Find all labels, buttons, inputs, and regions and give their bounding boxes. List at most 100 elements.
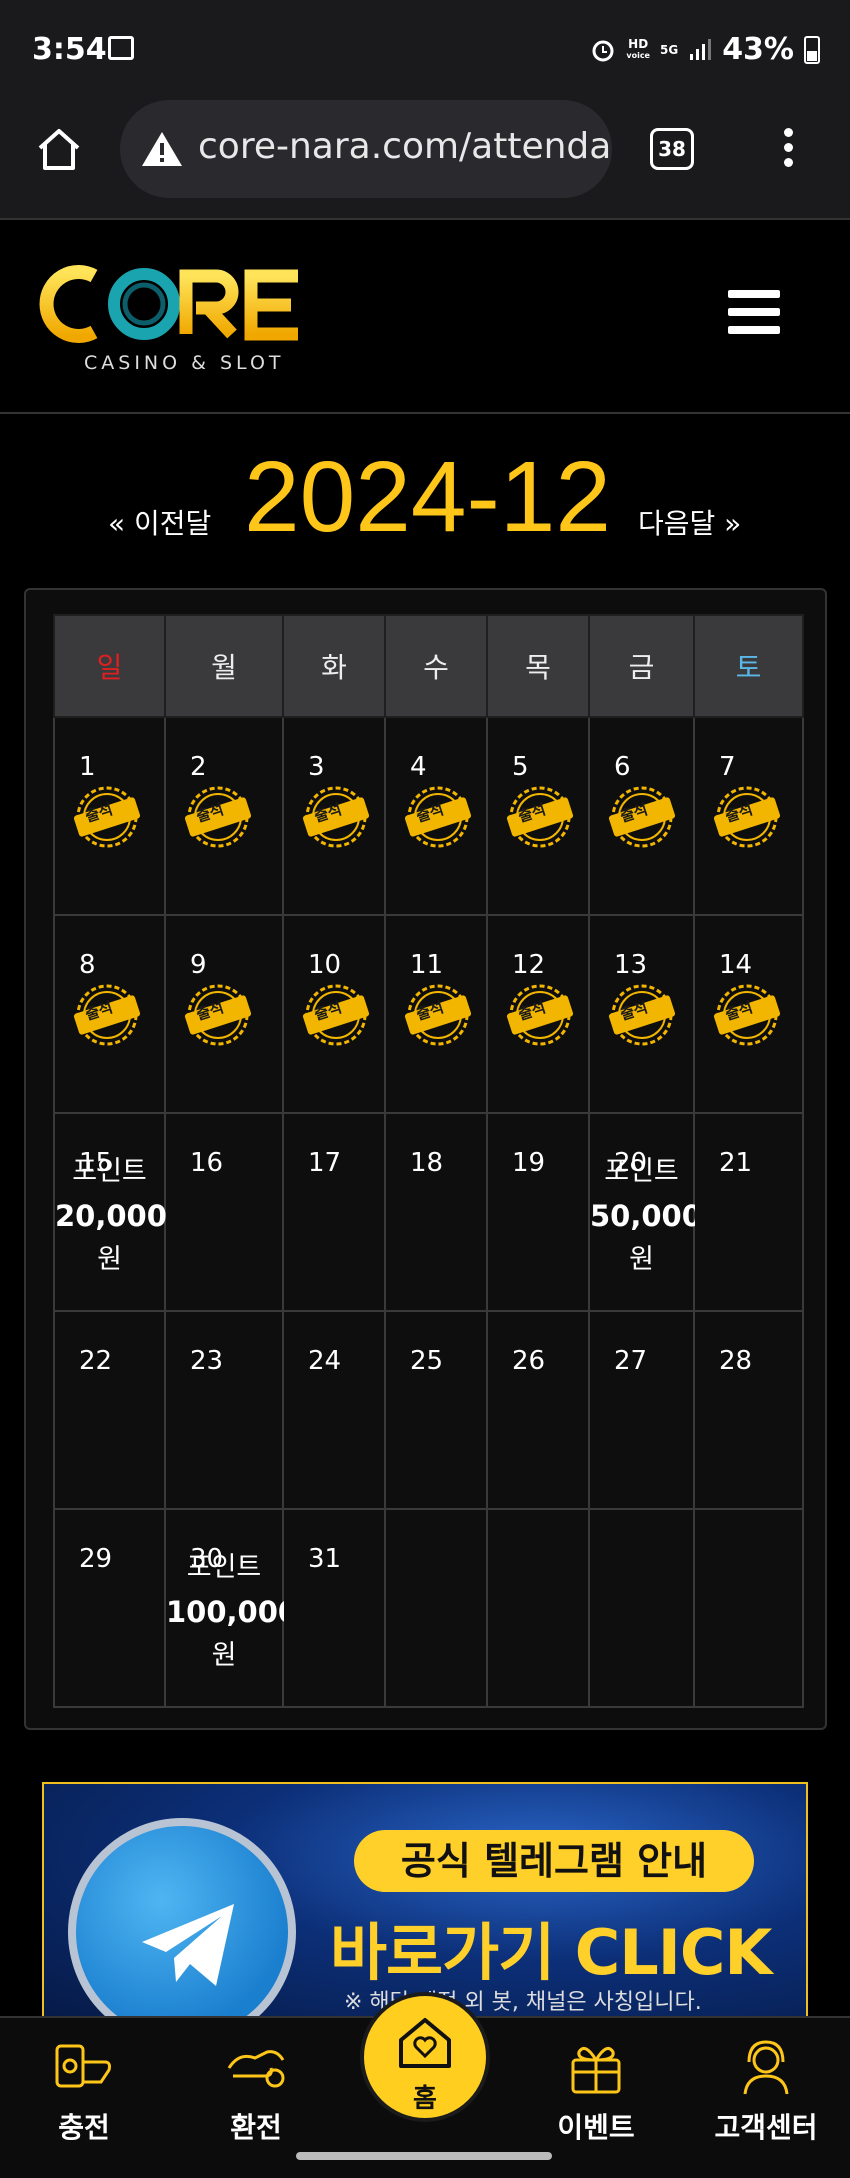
calendar-day-cell[interactable]: 22 [53,1310,166,1510]
prev-month-link[interactable]: « 이전달 [108,502,211,542]
nav-home[interactable]: 홈 [360,1992,490,2122]
reward-label: 포인트 [604,1156,679,1187]
url-text[interactable]: core-nara.com/attenda [198,126,611,167]
nav-event[interactable]: 이벤트 [536,2038,656,2146]
day-number: 18 [410,1148,444,1178]
nav-deposit[interactable]: 충전 [24,2038,144,2146]
site-logo[interactable]: CASINO & SLOT [36,254,336,374]
calendar-day-cell[interactable]: 23 [164,1310,284,1510]
month-navigation: « 이전달 2024-12 다음달 » [0,440,850,553]
calendar-day-cell[interactable]: 24 [282,1310,386,1510]
hd-voice-icon: HD voice [626,36,650,60]
calendar-day-cell[interactable]: 28 [693,1310,804,1510]
nav-home-label: 홈 [413,2084,437,2114]
attendance-stamp: 출석 [284,718,384,914]
attendance-stamp: 출석 [284,916,384,1112]
calendar-day-cell [384,1508,488,1708]
day-number: 16 [190,1148,224,1178]
weekday-header: 수 [384,614,488,718]
calendar-day-cell[interactable]: 19 [486,1112,590,1312]
banner-title: 공식 텔레그램 안내 [354,1830,754,1892]
calendar-day-cell[interactable]: 5 출석 [486,716,590,916]
calendar-day-cell[interactable]: 4 출석 [384,716,488,916]
browser-menu-icon[interactable] [778,128,798,172]
nav-event-label: 이벤트 [557,2111,635,2144]
calendar-body: 1 출석 2 출석 3 출석 4 출석 5 출석 6 출석 7 출석 8 출석 9 출석 10 출석 11 출석 12 출석 1… [53,716,804,1708]
logo-graphic [39,265,298,343]
address-bar[interactable]: core-nara.com/attenda [120,100,612,198]
image-notification-icon [108,36,134,60]
calendar-day-cell[interactable]: 1 출석 [53,716,166,916]
browser-home-icon[interactable] [34,124,84,174]
attendance-stamp: 출석 [386,916,486,1112]
banner-headline: 바로가기 CLICK [330,1916,772,1989]
calendar-day-cell[interactable]: 20 포인트 50,000 원 [588,1112,702,1312]
warning-icon[interactable] [140,130,184,168]
reward-label: 포인트 [186,1552,262,1583]
tab-switcher-button[interactable]: 38 [650,128,694,170]
month-title: 2024-12 [244,441,611,553]
status-indicators: HD voice 5G 43% [590,32,820,67]
calendar-day-cell[interactable]: 15 포인트 20,000 원 [53,1112,167,1312]
calendar-day-cell [486,1508,590,1708]
calendar-day-cell[interactable]: 6 출석 [588,716,695,916]
calendar-day-cell[interactable]: 11 출석 [384,914,488,1114]
site-menu-icon[interactable] [728,290,780,334]
calendar-day-cell[interactable]: 14 출석 [693,914,804,1114]
weekday-header: 화 [282,614,386,718]
calendar-day-cell[interactable]: 3 출석 [282,716,386,916]
calendar-day-cell[interactable]: 29 [53,1508,166,1708]
calendar-day-cell[interactable]: 17 [282,1112,386,1312]
nav-support[interactable]: 고객센터 [706,2038,826,2146]
telegram-banner[interactable]: 공식 텔레그램 안내 바로가기 CLICK ※ 해당 계정 외 봇, 채널은 사… [42,1782,808,2022]
calendar-week-row: 1 출석 2 출석 3 출석 4 출석 5 출석 6 출석 7 출석 [53,716,804,916]
weekday-header: 토 [693,614,804,718]
attendance-stamp: 출석 [55,916,164,1112]
calendar-day-cell[interactable]: 12 출석 [486,914,590,1114]
attendance-stamp: 출석 [55,718,164,914]
gesture-handle [296,2152,552,2160]
calendar-day-cell[interactable]: 10 출석 [282,914,386,1114]
day-number: 17 [308,1148,342,1178]
weekday-header: 금 [588,614,695,718]
calendar-day-cell[interactable]: 16 [164,1112,284,1312]
calendar-day-cell[interactable]: 31 [282,1508,386,1708]
calendar-day-cell[interactable]: 7 출석 [693,716,804,916]
day-number: 19 [512,1148,546,1178]
nav-support-label: 고객센터 [714,2111,818,2144]
calendar-day-cell [693,1508,804,1708]
attendance-stamp: 출석 [488,718,588,914]
home-heart-icon [399,2018,451,2068]
logo-subtitle: CASINO & SLOT [84,352,285,374]
site-header: CASINO & SLOT [0,220,850,414]
calendar-day-cell[interactable]: 18 [384,1112,488,1312]
day-number: 29 [79,1544,113,1574]
gift-icon [571,2046,621,2094]
calendar-day-cell[interactable]: 13 출석 [588,914,695,1114]
weekday-header: 월 [164,614,284,718]
attendance-stamp: 출석 [488,916,588,1112]
reward-points: 포인트 20,000 원 [55,1150,167,1282]
calendar-day-cell[interactable]: 26 [486,1310,590,1510]
attendance-stamp: 출석 [590,916,693,1112]
signal-icon [690,38,712,60]
calendar-day-cell[interactable]: 2 출석 [164,716,284,916]
telegram-plane-icon [142,1904,234,1986]
nav-deposit-label: 충전 [58,2111,110,2144]
calendar-day-cell[interactable]: 9 출석 [164,914,284,1114]
day-number: 23 [190,1346,224,1376]
nav-withdraw[interactable]: 환전 [196,2038,316,2146]
reward-label: 원 [97,1244,122,1275]
calendar-day-cell[interactable]: 25 [384,1310,488,1510]
withdraw-icon [227,2050,285,2088]
calendar-day-cell[interactable]: 30 포인트 100,000 원 [164,1508,298,1708]
calendar-day-cell[interactable]: 8 출석 [53,914,166,1114]
deposit-icon [55,2044,111,2088]
day-number: 24 [308,1346,342,1376]
calendar-day-cell[interactable]: 27 [588,1310,695,1510]
calendar-day-cell [588,1508,695,1708]
calendar-week-row: 22 23 24 25 26 27 28 [53,1310,804,1510]
next-month-link[interactable]: 다음달 » [638,502,741,542]
calendar-day-cell[interactable]: 21 [693,1112,804,1312]
status-bar: 3:54 HD voice 5G 43% [0,0,850,100]
